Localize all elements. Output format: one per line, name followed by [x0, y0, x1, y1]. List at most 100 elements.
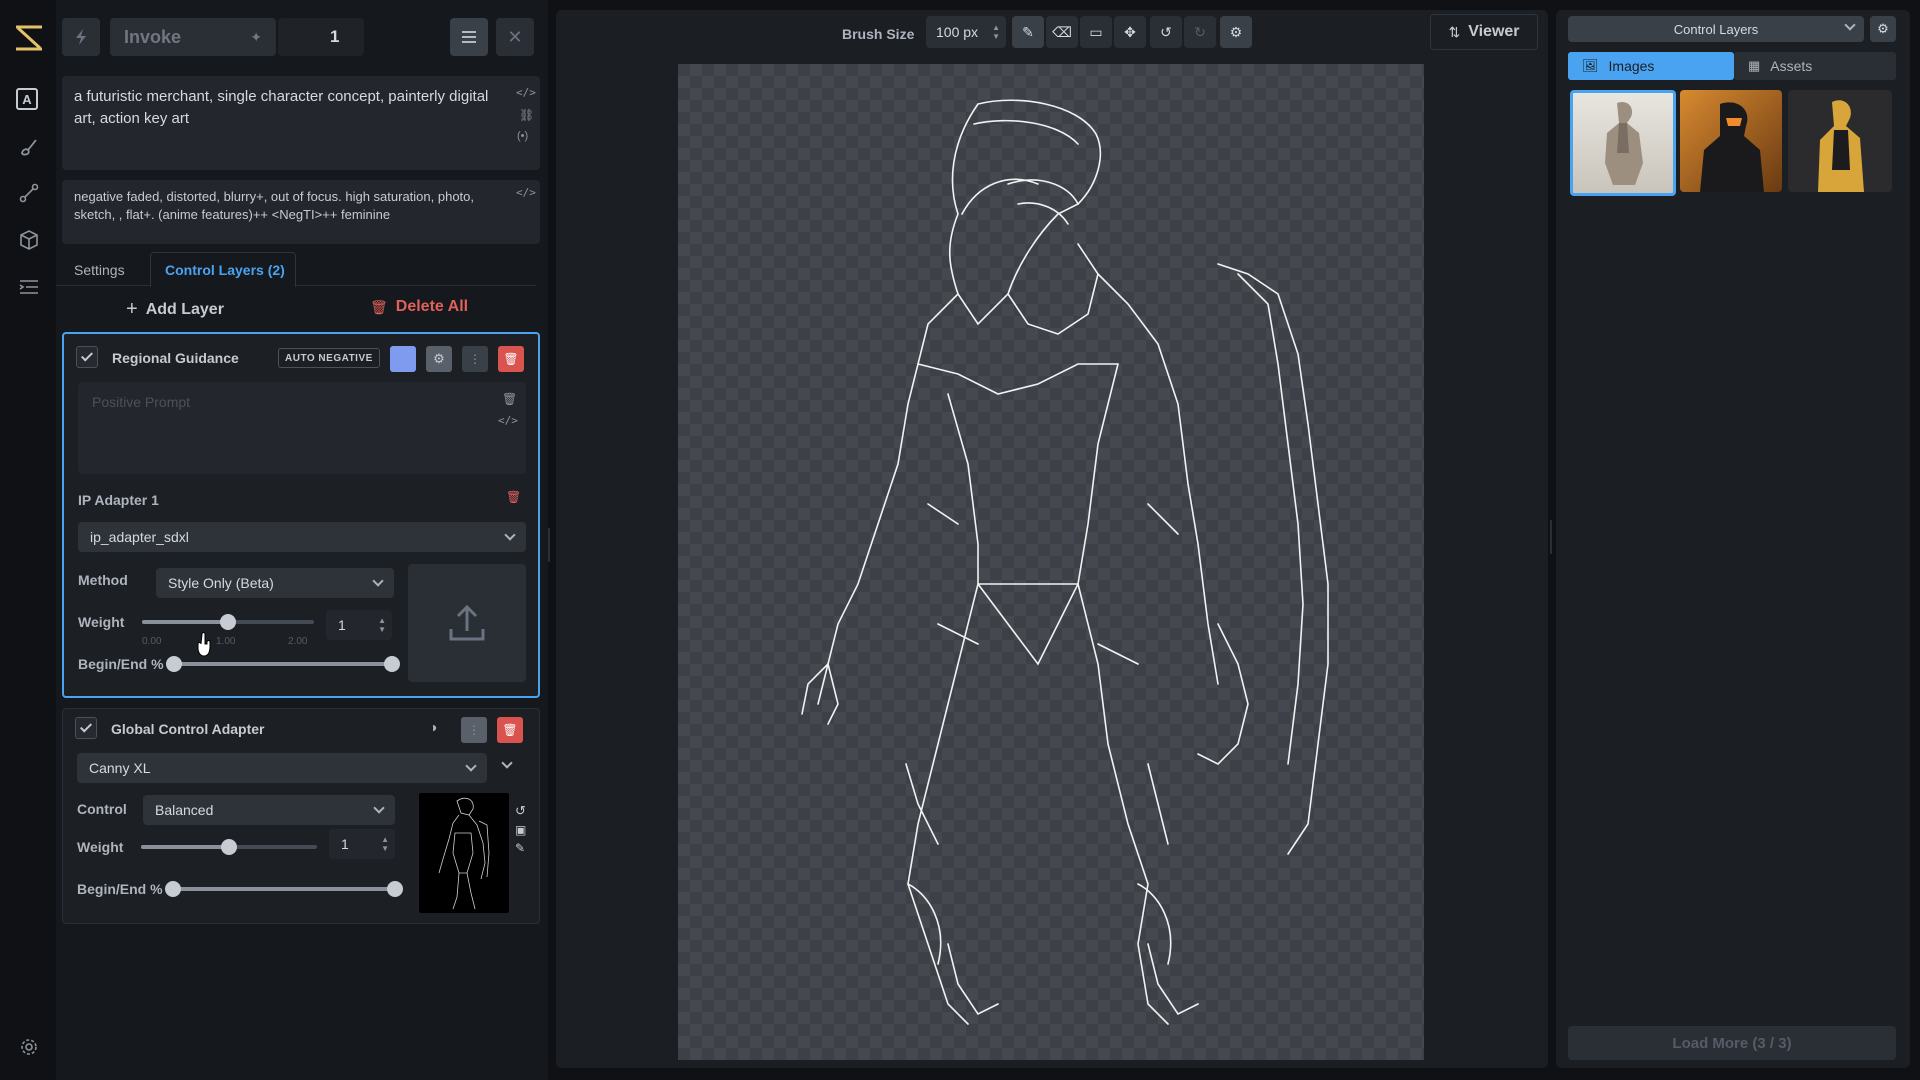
layer-menu-button[interactable]: ⋮	[462, 346, 488, 372]
move-icon: ✥	[1124, 23, 1136, 40]
thumbnail-figure	[1605, 101, 1643, 185]
viewer-toggle-button[interactable]: ⇅ Viewer	[1430, 14, 1538, 50]
brush-tool-button[interactable]: ✎	[1012, 16, 1044, 48]
weight-slider-thumb[interactable]	[220, 614, 236, 630]
regional-enable-checkbox[interactable]	[76, 346, 98, 368]
control-model-select[interactable]: Canny XL	[77, 753, 487, 783]
image-upload-dropzone[interactable]	[408, 564, 526, 682]
global-begin-end-slider[interactable]	[165, 881, 403, 897]
negative-embedding-icon[interactable]: </>	[516, 186, 536, 199]
begin-end-slider[interactable]	[166, 656, 400, 672]
ip-adapter-model-select[interactable]: ip_adapter_sdxl	[78, 522, 526, 552]
queue-icon[interactable]	[16, 274, 42, 300]
positive-prompt-field[interactable]: a futuristic merchant, single character …	[62, 76, 540, 170]
tab-bar	[56, 256, 536, 286]
global-begin-end-fill	[173, 887, 395, 891]
method-select[interactable]: Style Only (Beta)	[156, 568, 394, 598]
eraser-icon: ⌫	[1052, 23, 1072, 40]
save-icon[interactable]: ▣	[515, 823, 526, 837]
global-weight-input[interactable]: 1 ▲ ▼	[329, 829, 395, 859]
brush-size-input[interactable]: 100 px ▲ ▼	[926, 16, 1006, 48]
weight-slider[interactable]	[142, 614, 314, 630]
regional-prompt-placeholder: Positive Prompt	[92, 394, 191, 410]
queue-list-button[interactable]	[450, 18, 488, 56]
move-tool-button[interactable]: ✥	[1114, 16, 1146, 48]
regional-title: Regional Guidance	[112, 350, 239, 366]
eraser-tool-button[interactable]: ⌫	[1046, 16, 1078, 48]
brush-icon[interactable]	[16, 134, 42, 160]
delete-ip-adapter-icon[interactable]: 🗑	[506, 490, 521, 504]
hand-cursor-icon	[197, 632, 211, 657]
canvas-settings-button[interactable]: ⚙	[1220, 16, 1252, 48]
gallery-thumbnail-2[interactable]	[1680, 90, 1782, 192]
weight-number-input[interactable]: 1 ▲ ▼	[326, 610, 392, 640]
begin-end-label: Begin/End %	[78, 656, 164, 672]
global-end-thumb[interactable]	[387, 881, 403, 897]
contrast-icon[interactable]: ◑	[429, 719, 437, 735]
redo-button[interactable]: ↻	[1184, 16, 1216, 48]
rectangle-icon: ▭	[1089, 23, 1103, 40]
global-enable-checkbox[interactable]	[75, 717, 97, 739]
delete-all-button[interactable]: 🗑 Delete All	[370, 298, 468, 316]
text-to-image-icon[interactable]: A	[16, 88, 38, 110]
control-image-preview[interactable]	[419, 793, 509, 913]
ruler-icon[interactable]: ✎	[515, 841, 525, 855]
tab-control-layers-label: Control Layers (2)	[165, 262, 285, 278]
assets-icon: ▦	[1748, 58, 1761, 73]
board-select[interactable]: Control Layers	[1568, 16, 1864, 42]
gallery-thumbnail-3[interactable]	[1788, 90, 1892, 192]
clear-prompt-icon[interactable]: 🗑	[502, 392, 517, 406]
regional-positive-prompt[interactable]: Positive Prompt 🗑 </>	[78, 382, 526, 474]
drawing-canvas[interactable]	[678, 64, 1424, 1060]
settings-icon[interactable]	[16, 1034, 42, 1060]
gallery-thumbnail-1[interactable]	[1570, 90, 1676, 196]
undo-button[interactable]: ↺	[1150, 16, 1182, 48]
tab-settings[interactable]: Settings	[74, 262, 125, 278]
upload-icon	[449, 604, 485, 641]
embedding-icon[interactable]: </>	[516, 86, 536, 99]
lightning-button[interactable]	[62, 18, 100, 56]
tab-control-layers[interactable]: Control Layers (2)	[150, 252, 296, 287]
gallery-settings-button[interactable]: ⚙	[1870, 16, 1896, 42]
load-more-button[interactable]: Load More (3 / 3)	[1568, 1026, 1896, 1060]
cancel-button[interactable]: ✕	[496, 18, 534, 56]
global-title: Global Control Adapter	[111, 721, 265, 737]
begin-end-fill	[174, 662, 392, 666]
global-begin-thumb[interactable]	[165, 881, 181, 897]
negative-prompt-field[interactable]: negative faded, distorted, blurry+, out …	[62, 180, 540, 244]
invoke-button[interactable]: Invoke ✦	[110, 18, 276, 56]
layer-settings-button[interactable]: ⚙	[426, 346, 452, 372]
rect-tool-button[interactable]: ▭	[1080, 16, 1112, 48]
begin-thumb[interactable]	[166, 656, 182, 672]
tab-images[interactable]: 🖼 Images	[1568, 52, 1734, 80]
global-menu-button[interactable]: ⋮	[461, 717, 487, 743]
kebab-icon: ⋮	[468, 723, 480, 737]
reset-icon[interactable]: ↺	[515, 803, 526, 819]
auto-negative-badge[interactable]: AUTO NEGATIVE	[278, 348, 380, 368]
invoke-label: Invoke	[124, 26, 182, 47]
invoke-logo[interactable]	[14, 24, 44, 55]
panel-resize-handle[interactable]	[548, 528, 550, 562]
gear-icon: ⚙	[433, 351, 445, 366]
workflow-icon[interactable]	[16, 180, 42, 206]
iterations-stepper[interactable]: 1	[278, 18, 364, 56]
delete-global-layer-button[interactable]: 🗑	[497, 717, 523, 743]
prompt-embedding-icon[interactable]: </>	[498, 414, 518, 427]
control-mode-select[interactable]: Balanced	[143, 795, 395, 825]
thumbnail-figure	[1700, 102, 1764, 192]
global-weight-slider[interactable]	[141, 839, 317, 855]
end-thumb[interactable]	[384, 656, 400, 672]
global-weight-thumb[interactable]	[221, 839, 237, 855]
wildcard-icon[interactable]: (•)	[517, 130, 528, 142]
regional-guidance-layer[interactable]: Regional Guidance AUTO NEGATIVE ⚙ ⋮ 🗑 Po…	[62, 332, 540, 698]
expand-advanced-icon[interactable]	[501, 757, 513, 769]
mask-color-swatch[interactable]	[390, 346, 416, 372]
global-control-adapter-layer[interactable]: Global Control Adapter ◑ ⋮ 🗑 Canny XL Co…	[62, 708, 540, 924]
add-layer-button[interactable]: + Add Layer	[126, 298, 224, 321]
cube-icon[interactable]	[16, 227, 42, 253]
method-value: Style Only (Beta)	[168, 575, 274, 591]
delete-layer-button[interactable]: 🗑	[498, 346, 524, 372]
link-icon[interactable]: ⛓	[519, 108, 534, 122]
tab-assets[interactable]: ▦ Assets	[1734, 52, 1896, 80]
gallery-resize-handle[interactable]	[1550, 520, 1552, 554]
